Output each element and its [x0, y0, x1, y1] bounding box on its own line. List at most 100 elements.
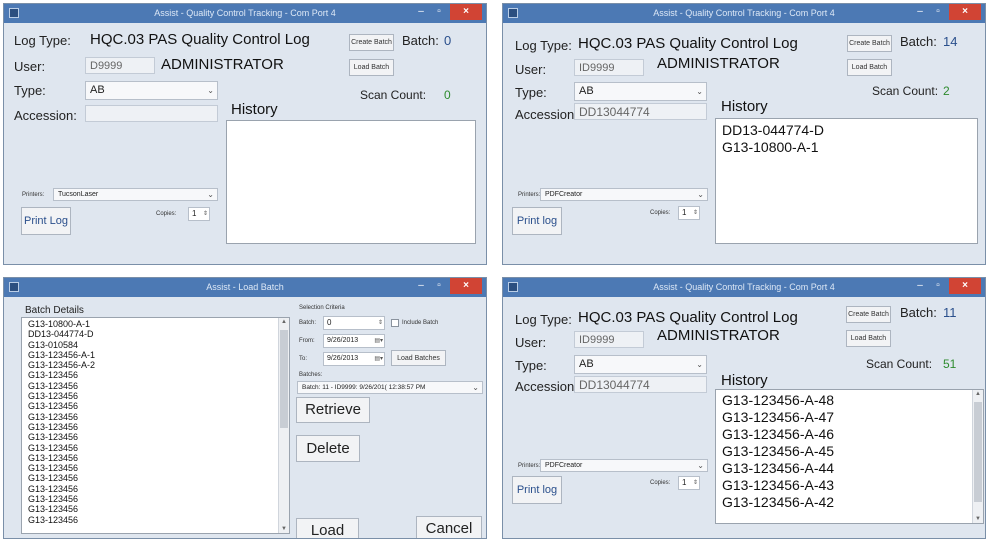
print-log-button[interactable]: Print log [512, 207, 562, 235]
list-item[interactable]: G13-123456 [22, 370, 289, 380]
log-type-value: HQC.03 PAS Quality Control Log [90, 31, 310, 48]
accession-input[interactable] [85, 105, 218, 122]
batch-number-stepper[interactable]: 0 ⇕ [323, 316, 385, 330]
close-icon[interactable]: × [450, 278, 482, 294]
list-item[interactable]: G13-123456 [22, 422, 289, 432]
title-bar[interactable]: Assist - Load Batch – ▫ × [4, 278, 486, 297]
list-item[interactable]: G13-123456 [22, 381, 289, 391]
create-batch-button[interactable]: Create Batch [846, 306, 891, 323]
scroll-down-icon[interactable]: ▼ [279, 526, 289, 532]
list-item[interactable]: G13-123456 [22, 391, 289, 401]
load-button[interactable]: Load [296, 518, 359, 538]
scrollbar-thumb[interactable] [280, 330, 288, 428]
history-item[interactable]: G13-123456-A-42 [716, 494, 983, 511]
history-item[interactable]: G13-123456-A-44 [716, 460, 983, 477]
history-list[interactable]: DD13-044774-D G13-10800-A-1 [715, 118, 978, 244]
maximize-icon[interactable]: ▫ [929, 278, 947, 294]
batch-details-list[interactable]: G13-10800-A-1 DD13-044774-D G13-010584 G… [21, 317, 290, 534]
printer-dropdown[interactable]: TucsonLaser ⌄ [53, 188, 218, 201]
print-log-button[interactable]: Print log [512, 476, 562, 504]
cancel-button[interactable]: Cancel [416, 516, 482, 538]
printer-dropdown[interactable]: PDFCreator ⌄ [540, 459, 708, 472]
scroll-down-icon[interactable]: ▼ [973, 516, 983, 522]
list-item[interactable]: G13-010584 [22, 340, 289, 350]
batches-dropdown[interactable]: Batch: 11 - ID9999: 9/26/201( 12:38:57 P… [297, 381, 483, 394]
history-item[interactable]: DD13-044774-D [716, 122, 977, 139]
list-item[interactable]: G13-123456 [22, 473, 289, 483]
list-item[interactable]: G13-123456 [22, 494, 289, 504]
close-icon[interactable]: × [450, 4, 482, 20]
list-item[interactable]: G13-123456 [22, 443, 289, 453]
user-name: ADMINISTRATOR [657, 55, 780, 72]
create-batch-button[interactable]: Create Batch [847, 35, 892, 52]
maximize-icon[interactable]: ▫ [929, 4, 947, 20]
type-label: Type: [14, 83, 46, 98]
to-date-picker[interactable]: 9/26/2013 ▤▾ [323, 352, 385, 366]
history-item[interactable]: G13-123456-A-46 [716, 426, 983, 443]
type-dropdown[interactable]: AB ⌄ [574, 82, 707, 101]
history-item[interactable]: G13-123456-A-47 [716, 409, 983, 426]
title-bar[interactable]: Assist - Quality Control Tracking - Com … [4, 4, 486, 23]
calendar-icon[interactable]: ▤▾ [374, 353, 383, 365]
scroll-up-icon[interactable]: ▲ [973, 391, 983, 397]
scrollbar-thumb[interactable] [974, 402, 982, 502]
printer-dropdown[interactable]: PDFCreator ⌄ [540, 188, 708, 201]
list-item[interactable]: G13-123456 [22, 453, 289, 463]
history-item[interactable]: G13-123456-A-48 [716, 392, 983, 409]
scroll-up-icon[interactable]: ▲ [279, 319, 289, 325]
close-icon[interactable]: × [949, 278, 981, 294]
load-batch-button[interactable]: Load Batch [847, 59, 892, 76]
history-scrollbar[interactable]: ▲ ▼ [972, 390, 983, 523]
list-item[interactable]: G13-123456 [22, 484, 289, 494]
accession-input[interactable]: DD13044774 [574, 103, 707, 120]
list-item[interactable]: G13-123456 [22, 504, 289, 514]
delete-button[interactable]: Delete [296, 435, 360, 462]
batch-number: 0 [444, 33, 452, 48]
minimize-icon[interactable]: – [412, 4, 430, 20]
list-item[interactable]: G13-123456 [22, 412, 289, 422]
list-item[interactable]: G13-123456 [22, 401, 289, 411]
list-item[interactable]: G13-123456 [22, 432, 289, 442]
include-batch-checkbox[interactable] [391, 319, 399, 327]
batch-number: 14 [943, 34, 958, 49]
print-log-button[interactable]: Print Log [21, 207, 71, 235]
history-item[interactable]: G13-123456-A-43 [716, 477, 983, 494]
list-item[interactable]: G13-10800-A-1 [22, 319, 289, 329]
minimize-icon[interactable]: – [412, 278, 430, 294]
calendar-icon[interactable]: ▤▾ [374, 335, 383, 347]
load-batches-button[interactable]: Load Batches [391, 350, 446, 366]
batch-number-value: 0 [327, 318, 332, 327]
create-batch-button[interactable]: Create Batch [349, 34, 394, 51]
title-bar[interactable]: Assist - Quality Control Tracking - Com … [503, 278, 985, 297]
maximize-icon[interactable]: ▫ [430, 278, 448, 294]
list-item[interactable]: DD13-044774-D [22, 329, 289, 339]
minimize-icon[interactable]: – [911, 278, 929, 294]
close-icon[interactable]: × [949, 4, 981, 20]
app-icon [508, 8, 518, 18]
list-item[interactable]: G13-123456 [22, 515, 289, 525]
minimize-icon[interactable]: – [911, 4, 929, 20]
title-bar[interactable]: Assist - Quality Control Tracking - Com … [503, 4, 985, 23]
copies-stepper[interactable]: 1 ⇕ [678, 206, 700, 220]
batch-number: 11 [943, 305, 957, 320]
retrieve-button[interactable]: Retrieve [296, 397, 370, 423]
from-date-picker[interactable]: 9/26/2013 ▤▾ [323, 334, 385, 348]
load-batch-button[interactable]: Load Batch [349, 59, 394, 76]
history-list[interactable]: G13-123456-A-48 G13-123456-A-47 G13-1234… [715, 389, 984, 524]
list-scrollbar[interactable]: ▲ ▼ [278, 318, 289, 533]
maximize-icon[interactable]: ▫ [430, 4, 448, 20]
list-item[interactable]: G13-123456 [22, 463, 289, 473]
type-dropdown[interactable]: AB ⌄ [85, 81, 218, 100]
log-type-value: HQC.03 PAS Quality Control Log [578, 309, 798, 326]
accession-input[interactable]: DD13044774 [574, 376, 707, 393]
history-item[interactable]: G13-10800-A-1 [716, 139, 977, 156]
list-item[interactable]: G13-123456-A-2 [22, 360, 289, 370]
list-item[interactable]: G13-123456-A-1 [22, 350, 289, 360]
history-item[interactable]: G13-123456-A-45 [716, 443, 983, 460]
history-list[interactable] [226, 120, 476, 244]
copies-stepper[interactable]: 1 ⇕ [678, 476, 700, 490]
chevron-down-icon: ⌄ [207, 190, 214, 199]
copies-stepper[interactable]: 1 ⇕ [188, 207, 210, 221]
load-batch-button[interactable]: Load Batch [846, 330, 891, 347]
type-dropdown[interactable]: AB ⌄ [574, 355, 707, 374]
